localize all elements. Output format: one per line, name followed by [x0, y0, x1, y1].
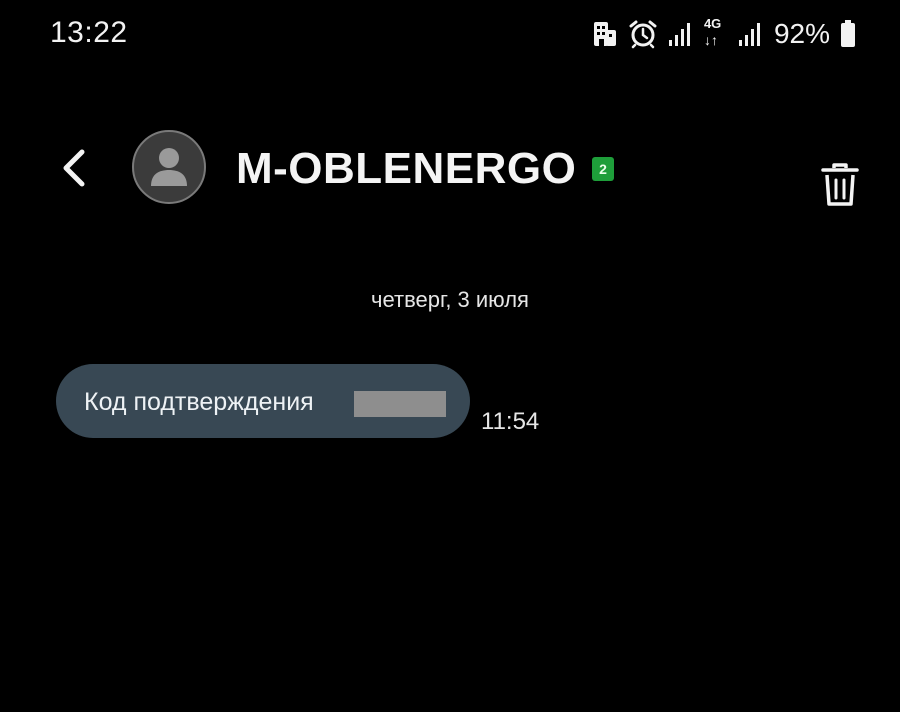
status-time: 13:22	[50, 16, 128, 49]
network-4g-icon: 4G ↓↑	[702, 17, 728, 51]
battery-percent: 92%	[773, 18, 830, 49]
back-button[interactable]	[52, 146, 96, 190]
alarm-icon	[628, 19, 658, 49]
delete-button[interactable]	[820, 162, 864, 210]
trash-icon	[821, 163, 859, 206]
hotel-icon	[592, 19, 618, 49]
message-text: Код подтверждения	[84, 388, 314, 416]
date-separator: четверг, 3 июля	[371, 287, 529, 312]
conversation-header: M-OBLENERGO 2	[0, 120, 900, 220]
contact-avatar-icon	[151, 148, 187, 186]
battery-icon	[840, 19, 856, 49]
status-icons: 4G ↓↑ 92%	[592, 16, 856, 52]
back-arrow-icon	[63, 149, 85, 187]
status-bar: 13:22 4G ↓↑ 92%	[0, 0, 900, 70]
message-bubble[interactable]: Код подтверждения	[56, 364, 470, 438]
contact-avatar[interactable]	[132, 130, 206, 204]
signal-icon-2	[738, 20, 762, 48]
network-label: 4G	[703, 16, 722, 31]
contact-name[interactable]: M-OBLENERGO	[236, 144, 576, 194]
network-arrows: ↓↑	[703, 32, 718, 48]
signal-icon	[668, 20, 692, 48]
message-time: 11:54	[481, 408, 540, 435]
redacted-code	[354, 391, 446, 417]
sim-badge: 2	[592, 157, 614, 181]
